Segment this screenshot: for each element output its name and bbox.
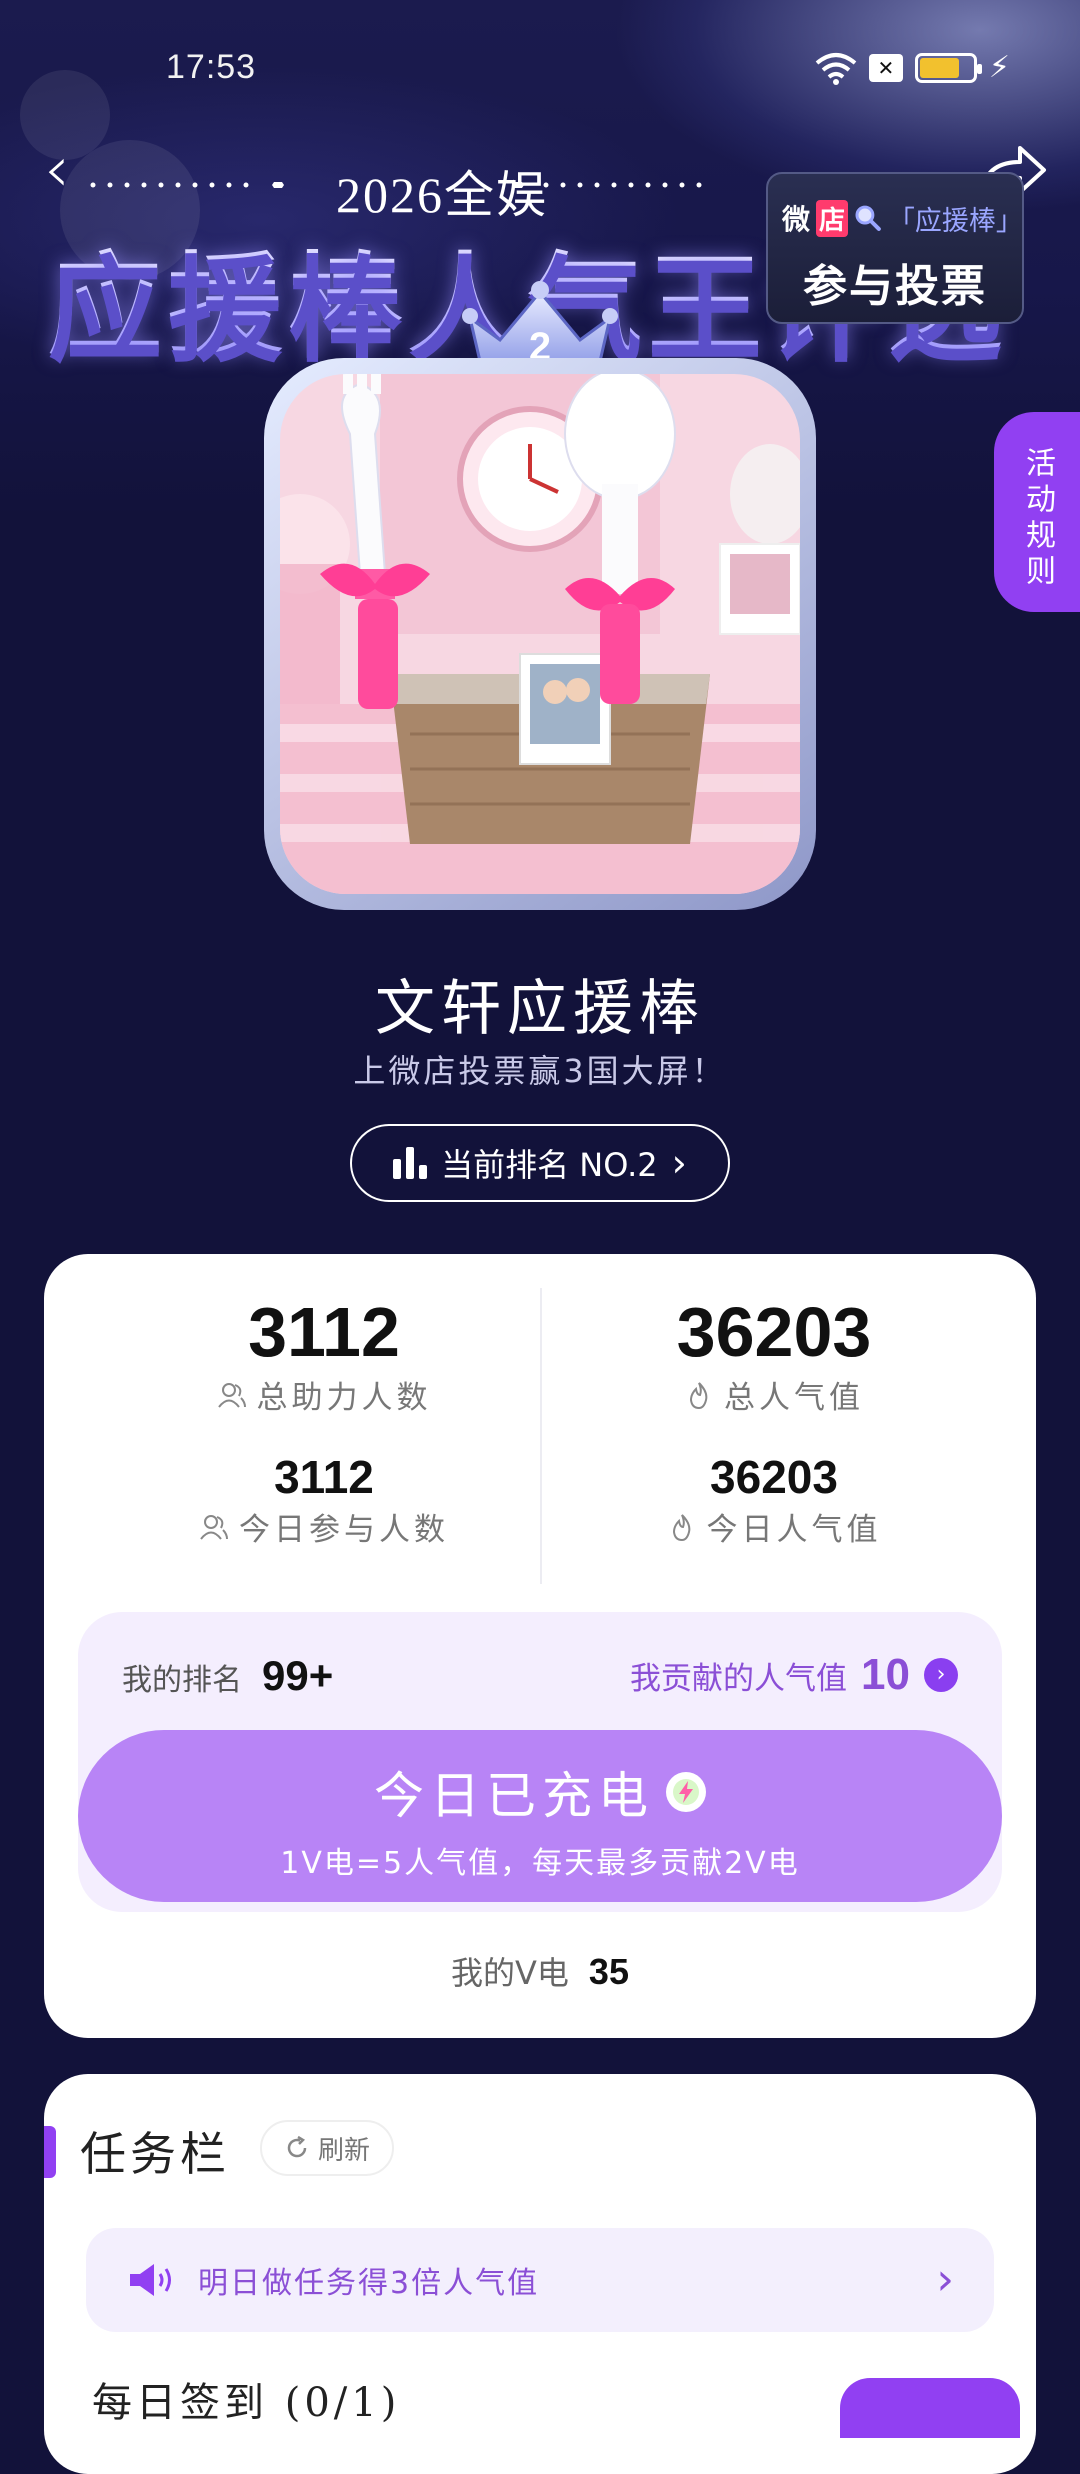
- charge-button[interactable]: 今日已充电 1V电=5人气值，每天最多贡献2V电: [78, 1730, 1002, 1902]
- task-title: 任务栏: [80, 2127, 230, 2181]
- my-contribution-link[interactable]: 我贡献的人气值 10 ›: [630, 1650, 958, 1700]
- speaker-icon: [130, 2264, 171, 2296]
- charge-title: 今日已充电: [374, 1767, 654, 1825]
- total-helpers-value: 3112: [248, 1293, 400, 1371]
- my-rank-label: 我的排名: [122, 1663, 242, 1698]
- sim-off-icon: ✕: [868, 53, 903, 82]
- title-dots-right: [512, 182, 702, 188]
- rank-chart-icon: [393, 1147, 428, 1179]
- candidate-photo: [280, 374, 800, 894]
- status-time: 17:53: [166, 48, 257, 86]
- charge-note: 1V电=5人气值，每天最多贡献2V电: [280, 1846, 800, 1881]
- refresh-label: 刷新: [318, 2135, 371, 2166]
- current-rank-label: 当前排名 NO.2: [441, 1146, 658, 1184]
- task-notice[interactable]: 明日做任务得3倍人气值 ›: [86, 2228, 994, 2332]
- back-button[interactable]: ‹: [44, 138, 104, 202]
- flame-icon: [689, 1381, 708, 1409]
- vote-label: 参与投票: [803, 261, 987, 312]
- total-popularity-value: 36203: [676, 1293, 872, 1371]
- my-v-power: 我的V电 35: [44, 1948, 1036, 1994]
- candidate-photo-frame: [264, 358, 816, 910]
- candidate-slogan: 上微店投票赢3国大屏！: [353, 1052, 727, 1090]
- chevron-right-icon: ›: [671, 1141, 687, 1185]
- activity-rules-label: 活动规则: [1020, 447, 1055, 591]
- my-contribution-panel: 我的排名 99+ 我贡献的人气值 10 › 今日已充电 1V电=5人气值，每天最…: [78, 1612, 1002, 1912]
- flame-icon: [672, 1513, 690, 1541]
- total-popularity-label: 总人气值: [724, 1380, 864, 1416]
- lightning-icon: [666, 1772, 706, 1812]
- wifi-icon: [815, 52, 857, 85]
- my-rank-value: 99+: [262, 1652, 334, 1699]
- daily-signin-task: 每日签到 (0/1): [92, 2380, 401, 2426]
- today-participants-value: 3112: [274, 1451, 374, 1503]
- today-popularity-label: 今日人气值: [706, 1512, 882, 1548]
- my-v-label: 我的V电: [451, 1954, 569, 1992]
- today-participants-label: 今日参与人数: [239, 1512, 449, 1548]
- total-helpers-label: 总助力人数: [256, 1380, 432, 1416]
- task-title-accent: [44, 2126, 56, 2178]
- users-icon: [200, 1514, 228, 1540]
- search-icon: [855, 205, 881, 231]
- chevron-right-icon: ›: [936, 2254, 954, 2305]
- total-popularity: 36203 总人气值: [544, 1292, 1004, 1417]
- stats-card: 3112 总助力人数 36203 总人气值 3112 今日参与人数 36203 …: [44, 1254, 1036, 2038]
- today-popularity: 36203 今日人气值: [544, 1450, 1004, 1549]
- users-icon: [217, 1382, 246, 1408]
- activity-rules-tab[interactable]: 活动规则: [994, 412, 1080, 612]
- today-participants: 3112 今日参与人数: [94, 1450, 554, 1549]
- chevron-right-icon: ›: [924, 1658, 958, 1692]
- brand-wei: 微: [782, 203, 811, 236]
- total-helpers: 3112 总助力人数: [94, 1292, 554, 1417]
- refresh-button[interactable]: 刷新: [260, 2120, 395, 2176]
- current-rank-button[interactable]: 当前排名 NO.2 ›: [350, 1124, 730, 1202]
- task-notice-text: 明日做任务得3倍人气值: [198, 2266, 540, 2301]
- refresh-icon: [287, 2135, 307, 2158]
- my-rank: 我的排名 99+: [122, 1652, 333, 1700]
- daily-signin-button[interactable]: [840, 2378, 1020, 2438]
- today-popularity-value: 36203: [710, 1451, 838, 1503]
- status-bar: 17:53 ✕ ⚡: [0, 44, 1080, 96]
- my-contribution-value: 10: [861, 1650, 910, 1699]
- battery-icon: [914, 52, 982, 83]
- my-v-value: 35: [588, 1951, 629, 1992]
- my-contribution-label: 我贡献的人气值: [630, 1660, 848, 1697]
- vote-keyword: 「应援棒」: [887, 205, 1023, 237]
- title-dots-left: [90, 182, 284, 188]
- brand-dian: 店: [816, 199, 849, 237]
- vote-entry-button[interactable]: 微店 「应援棒」 参与投票: [766, 172, 1024, 324]
- charging-icon: ⚡: [988, 50, 1010, 85]
- candidate-name: 文轩应援棒: [375, 974, 705, 1044]
